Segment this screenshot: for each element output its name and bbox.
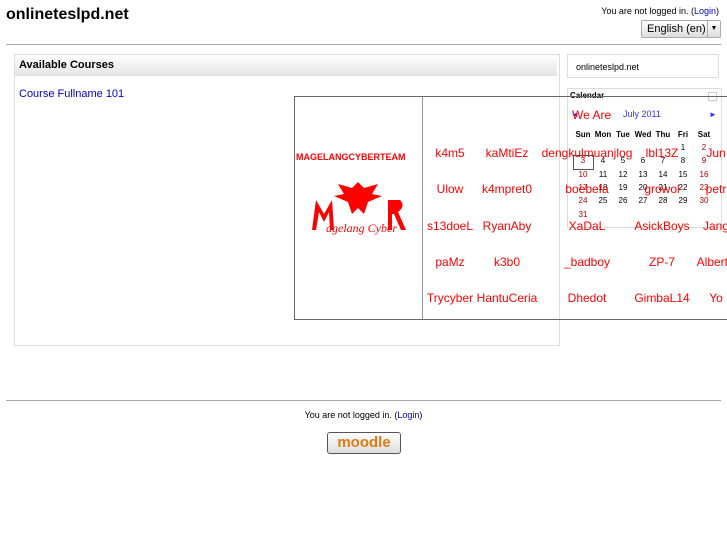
footer-login-info: You are not logged in. (Login): [0, 410, 727, 420]
member-name: _badboy: [563, 255, 611, 269]
header-divider: [6, 44, 721, 45]
member-name: k4m5: [435, 146, 465, 160]
login-close: ): [716, 6, 719, 16]
member-name: HantuCeria: [476, 291, 538, 305]
member-name: dengkulmuanjlog: [541, 146, 633, 160]
member-name: k3b0: [493, 255, 521, 269]
member-name: XaDaL: [568, 219, 606, 233]
member-name: AlbertT: [696, 255, 727, 269]
member-name: boebefa: [565, 182, 609, 196]
language-select[interactable]: English (en) ▼: [641, 20, 721, 38]
team-logo: agelang Cyber: [308, 180, 408, 236]
member-name: RyanAby: [482, 219, 532, 233]
login-link[interactable]: Login: [694, 6, 716, 16]
member-name: ZP-7: [648, 255, 676, 269]
site-name-block: onlineteslpd.net: [567, 54, 719, 78]
login-text: You are not logged in. (: [601, 6, 694, 16]
member-name: Yo: [709, 291, 723, 305]
login-info: You are not logged in. (Login): [601, 6, 719, 16]
member-name: petr: [705, 182, 727, 196]
language-value: English (en): [647, 23, 706, 35]
member-name: Dhedot: [567, 291, 607, 305]
member-name: lbl13Z: [645, 146, 679, 160]
footer-login-text: You are not logged in. (: [304, 410, 398, 420]
member-name: s13doeL: [426, 219, 474, 233]
member-name: paMz: [435, 255, 465, 269]
member-name: Jun: [706, 146, 726, 160]
member-name: Jang: [702, 219, 727, 233]
team-name: MAGELANGCYBERTEAM: [296, 152, 406, 162]
member-name: kaMtiEz: [485, 146, 529, 160]
svg-text:agelang Cyber: agelang Cyber: [326, 221, 397, 235]
course-link[interactable]: Course Fullname 101: [19, 88, 124, 100]
chevron-down-icon: ▼: [707, 21, 720, 37]
moodle-logo-text: moodle: [337, 434, 391, 451]
site-title: onlineteslpd.net: [6, 6, 129, 23]
member-name: growol: [644, 182, 680, 196]
footer-login-close: ): [419, 410, 423, 420]
member-name: Ulow: [436, 182, 464, 196]
we-are-text: We Are: [572, 108, 612, 122]
courses-title: Available Courses: [15, 55, 557, 76]
moodle-logo[interactable]: moodle: [327, 432, 401, 454]
footer-divider: [6, 400, 721, 401]
member-name: GimbaL14: [634, 291, 690, 305]
overlay-divider: [422, 97, 423, 319]
member-name: AsickBoys: [634, 219, 690, 233]
member-name: k4mpret0: [481, 182, 533, 196]
footer-login-link[interactable]: Login: [397, 410, 419, 420]
member-name: Trycyber: [426, 291, 474, 305]
